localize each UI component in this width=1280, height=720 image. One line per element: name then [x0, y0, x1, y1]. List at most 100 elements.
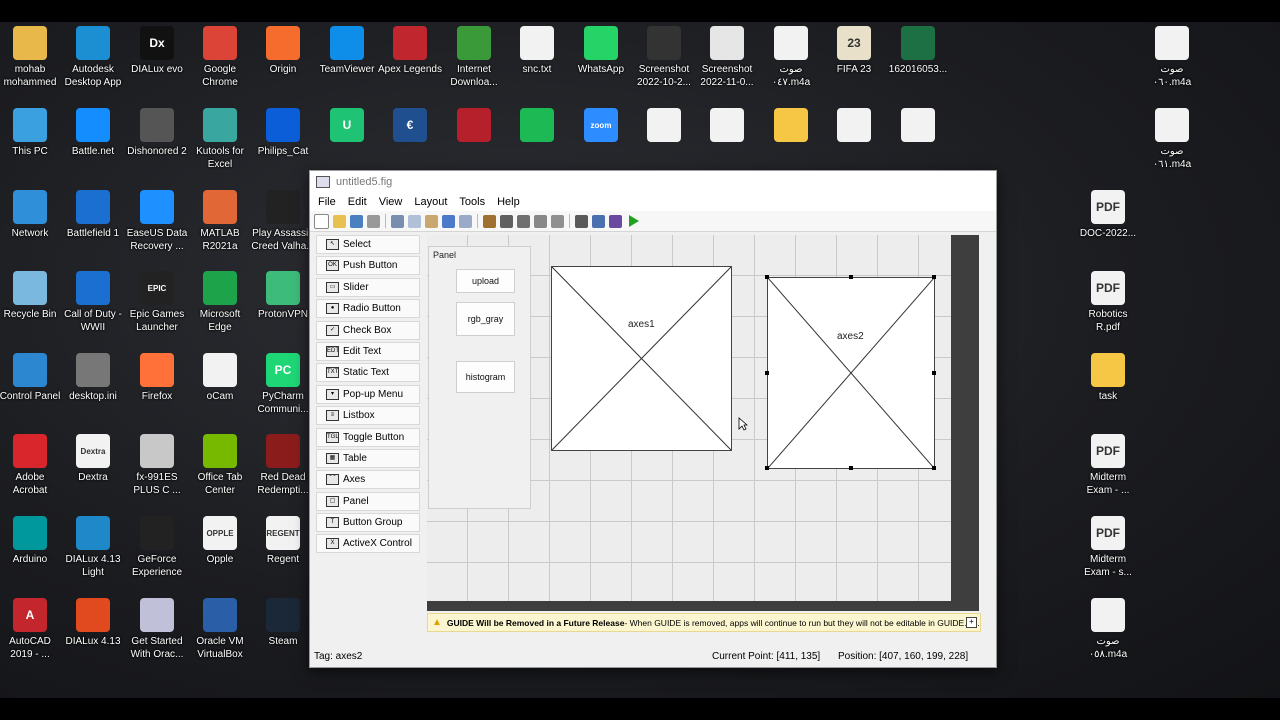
desktop-shortcut[interactable]: PC PyCharm Communi...	[251, 353, 315, 416]
palette-item-toggle-button[interactable]: TGL Toggle Button	[316, 427, 420, 447]
palette-item-activex-control[interactable]: X ActiveX Control	[316, 534, 420, 554]
desktop-shortcut[interactable]: TeamViewer	[315, 26, 379, 76]
resize-handle[interactable]	[932, 275, 936, 279]
desktop-shortcut[interactable]: PDF Midterm Exam - ...	[1076, 434, 1140, 497]
desktop-shortcut[interactable]: This PC	[0, 108, 62, 158]
palette-item-panel[interactable]: ▢ Panel	[316, 491, 420, 511]
desktop-shortcut[interactable]: OPPLE Opple	[188, 516, 252, 566]
menu-edit[interactable]: Edit	[342, 196, 373, 208]
desktop-shortcut[interactable]	[442, 108, 506, 145]
desktop-shortcut[interactable]: DIALux 4.13 Light	[61, 516, 125, 579]
axes1[interactable]: axes1	[551, 266, 732, 451]
desktop-shortcut[interactable]: A AutoCAD 2019 - ...	[0, 598, 62, 661]
desktop-shortcut[interactable]: €	[378, 108, 442, 145]
desktop-shortcut[interactable]: 162016053...	[886, 26, 950, 76]
palette-item-table[interactable]: ▦ Table	[316, 448, 420, 468]
desktop-shortcut[interactable]: Kutools for Excel	[188, 108, 252, 171]
tab-order-icon[interactable]	[517, 214, 530, 228]
desktop-shortcut[interactable]: PDF Midterm Exam - s...	[1076, 516, 1140, 579]
desktop-shortcut[interactable]: PDF DOC-2022...	[1076, 190, 1140, 240]
desktop-shortcut[interactable]: fx-991ES PLUS C ...	[125, 434, 189, 497]
palette-item-pop-up-menu[interactable]: ▾ Pop-up Menu	[316, 384, 420, 404]
rgb-gray-button[interactable]: rgb_gray	[456, 302, 515, 336]
palette-item-button-group[interactable]: T Button Group	[316, 513, 420, 533]
desktop-shortcut[interactable]: صوت ٠٦١.m4a	[1140, 108, 1204, 171]
menu-file[interactable]: File	[312, 196, 342, 208]
desktop-shortcut[interactable]: Red Dead Redempti...	[251, 434, 315, 497]
resize-handle[interactable]	[849, 275, 853, 279]
desktop-shortcut[interactable]: Firefox	[125, 353, 189, 403]
desktop-shortcut[interactable]: Screenshot 2022-11-0...	[695, 26, 759, 89]
desktop-shortcut[interactable]: Dx DIALux evo	[125, 26, 189, 76]
desktop-shortcut[interactable]: DIALux 4.13	[61, 598, 125, 648]
desktop-shortcut[interactable]	[695, 108, 759, 145]
palette-item-axes[interactable]: ⌒ Axes	[316, 470, 420, 490]
upload-button[interactable]: upload	[456, 269, 515, 293]
axes2[interactable]: axes2	[767, 277, 935, 469]
palette-item-slider[interactable]: ▭ Slider	[316, 277, 420, 297]
paste-icon[interactable]	[425, 214, 438, 228]
desktop-shortcut[interactable]	[886, 108, 950, 145]
palette-item-edit-text[interactable]: EDT Edit Text	[316, 341, 420, 361]
desktop-shortcut[interactable]: Origin	[251, 26, 315, 76]
desktop-shortcut[interactable]: Autodesk Desktop App	[61, 26, 125, 89]
palette-item-radio-button[interactable]: ● Radio Button	[316, 299, 420, 319]
menu-layout[interactable]: Layout	[408, 196, 453, 208]
desktop-shortcut[interactable]: oCam	[188, 353, 252, 403]
menu-tools[interactable]: Tools	[453, 196, 491, 208]
desktop-shortcut[interactable]	[505, 108, 569, 145]
window-titlebar[interactable]: untitled5.fig	[310, 171, 996, 193]
desktop-shortcut[interactable]: Battle.net	[61, 108, 125, 158]
palette-item-listbox[interactable]: ≡ Listbox	[316, 406, 420, 426]
desktop-shortcut[interactable]: ProtonVPN	[251, 271, 315, 321]
desktop-shortcut[interactable]: EaseUS Data Recovery ...	[125, 190, 189, 253]
desktop-shortcut[interactable]	[759, 108, 823, 145]
resize-handle[interactable]	[932, 466, 936, 470]
desktop-shortcut[interactable]: snc.txt	[505, 26, 569, 76]
align-objects-icon[interactable]	[483, 214, 496, 228]
desktop-shortcut[interactable]: Adobe Acrobat	[0, 434, 62, 497]
desktop-shortcut[interactable]	[632, 108, 696, 145]
desktop-shortcut[interactable]: Steam	[251, 598, 315, 648]
desktop-shortcut[interactable]: Philips_Cat	[251, 108, 315, 158]
editor-icon[interactable]	[551, 214, 564, 228]
property-inspector-icon[interactable]	[575, 214, 588, 228]
desktop-shortcut[interactable]: Play Assassin Creed Valha...	[251, 190, 315, 253]
desktop-shortcut[interactable]: zoom	[569, 108, 633, 145]
menu-help[interactable]: Help	[491, 196, 526, 208]
desktop-shortcut[interactable]: Call of Duty - WWII	[61, 271, 125, 334]
desktop-shortcut[interactable]: Office Tab Center	[188, 434, 252, 497]
desktop-shortcut[interactable]: Battlefield 1	[61, 190, 125, 240]
desktop-shortcut[interactable]: task	[1076, 353, 1140, 403]
toolbar-editor-icon[interactable]	[534, 214, 547, 228]
desktop-shortcut[interactable]: Recycle Bin	[0, 271, 62, 321]
resize-handle[interactable]	[765, 371, 769, 375]
desktop-shortcut[interactable]: Apex Legends	[378, 26, 442, 76]
canvas-resize-edge-right[interactable]	[951, 235, 979, 611]
save-icon[interactable]	[350, 214, 363, 228]
desktop-shortcut[interactable]: صوت ٠٦٠.m4a	[1140, 26, 1204, 89]
redo-icon[interactable]	[459, 214, 472, 228]
undo-icon[interactable]	[442, 214, 455, 228]
desktop-shortcut[interactable]: EPIC Epic Games Launcher	[125, 271, 189, 334]
desktop-shortcut[interactable]: Arduino	[0, 516, 62, 566]
histogram-button[interactable]: histogram	[456, 361, 515, 393]
palette-item-select[interactable]: ↖ Select	[316, 235, 420, 254]
desktop-shortcut[interactable]: PDF Robotics R.pdf	[1076, 271, 1140, 334]
desktop-shortcut[interactable]: Dextra Dextra	[61, 434, 125, 484]
copy-icon[interactable]	[408, 214, 421, 228]
desktop-shortcut[interactable]: desktop.ini	[61, 353, 125, 403]
menu-editor-icon[interactable]	[500, 214, 513, 228]
desktop-shortcut[interactable]: Control Panel	[0, 353, 62, 403]
desktop-shortcut[interactable]: WhatsApp	[569, 26, 633, 76]
run-icon[interactable]	[629, 215, 639, 227]
palette-item-check-box[interactable]: ✓ Check Box	[316, 320, 420, 340]
desktop-shortcut[interactable]: Screenshot 2022-10-2...	[632, 26, 696, 89]
resize-handle[interactable]	[849, 466, 853, 470]
desktop-shortcut[interactable]: صوت ٠٥٨.m4a	[1076, 598, 1140, 661]
open-folder-icon[interactable]	[333, 214, 346, 228]
desktop-shortcut[interactable]: Oracle VM VirtualBox	[188, 598, 252, 661]
desktop-shortcut[interactable]: صوت ٠٤٧.m4a	[759, 26, 823, 89]
desktop-shortcut[interactable]: U	[315, 108, 379, 145]
guide-icon[interactable]	[609, 214, 622, 228]
